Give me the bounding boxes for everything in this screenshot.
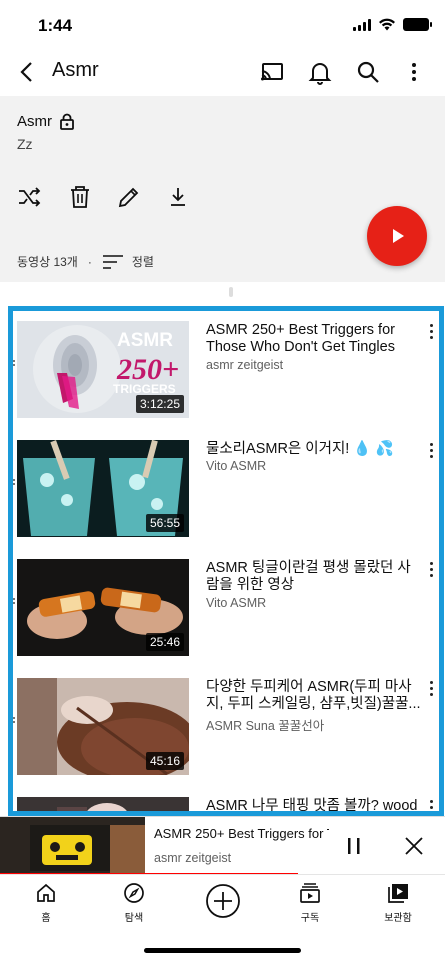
tab-home-label: 홈 bbox=[41, 913, 51, 924]
mini-player[interactable]: ASMR 250+ Best Triggers for T... asmr ze… bbox=[0, 816, 445, 876]
video-title[interactable]: ASMR 250+ Best Triggers for Those Who Do… bbox=[206, 322, 424, 356]
status-bar: 1:44 bbox=[0, 0, 445, 48]
more-options-icon[interactable] bbox=[425, 324, 437, 344]
sort-label[interactable]: 정렬 bbox=[132, 253, 154, 270]
channel-name: Vito ASMR bbox=[206, 459, 267, 473]
cast-icon[interactable] bbox=[258, 58, 286, 86]
pause-icon[interactable] bbox=[346, 836, 364, 856]
more-options-icon[interactable] bbox=[400, 58, 428, 86]
explore-icon bbox=[124, 883, 144, 903]
channel-name: Vito ASMR bbox=[206, 596, 267, 610]
svg-text:TRIGGERS: TRIGGERS bbox=[113, 382, 176, 396]
subscriptions-icon bbox=[300, 883, 320, 903]
download-icon[interactable] bbox=[165, 184, 191, 210]
page-title: Asmr bbox=[52, 59, 99, 81]
create-icon bbox=[206, 884, 240, 918]
mini-thumbnail-image bbox=[0, 817, 145, 875]
duration-badge: 25:46 bbox=[145, 633, 184, 651]
back-arrow-icon[interactable] bbox=[14, 58, 42, 86]
home-indicator bbox=[144, 948, 301, 953]
bottom-navigation: 홈 탐색 구독 보관함 bbox=[0, 874, 445, 932]
playlist-video-list: ASMR 250+ TRIGGERS 3:12:25 ASMR 250+ Bes… bbox=[8, 306, 444, 816]
svg-text:ASMR: ASMR bbox=[117, 330, 173, 351]
close-icon[interactable] bbox=[403, 835, 425, 857]
tab-create[interactable] bbox=[188, 883, 258, 919]
list-item[interactable]: ASMR 250+ TRIGGERS 3:12:25 ASMR 250+ Bes… bbox=[13, 314, 439, 424]
library-icon bbox=[388, 884, 408, 903]
edit-pencil-icon[interactable] bbox=[116, 184, 142, 210]
video-thumbnail[interactable]: 45:16 bbox=[17, 678, 189, 775]
mini-player-title[interactable]: ASMR 250+ Best Triggers for T... bbox=[154, 826, 329, 841]
more-options-icon[interactable] bbox=[425, 681, 437, 701]
shuffle-icon[interactable] bbox=[17, 184, 43, 210]
video-title[interactable]: ASMR 팅글이란걸 평생 몰랐던 사람을 위한 영상 bbox=[206, 560, 424, 594]
list-item[interactable]: 56:55 물소리ASMR은 이거지! 💧 💦 Vito ASMR bbox=[13, 433, 439, 543]
tab-subscriptions[interactable]: 구독 bbox=[275, 881, 345, 924]
sort-icon[interactable] bbox=[102, 254, 124, 270]
duration-badge: 3:12:25 bbox=[135, 395, 184, 413]
tab-explore[interactable]: 탐색 bbox=[99, 881, 169, 924]
drag-handle-icon[interactable] bbox=[13, 360, 15, 370]
playlist-title: Asmr bbox=[17, 113, 52, 130]
delete-icon[interactable] bbox=[67, 184, 93, 210]
video-thumbnail[interactable] bbox=[17, 797, 189, 811]
channel-name: asmr zeitgeist bbox=[206, 358, 284, 372]
tab-library-label: 보관함 bbox=[384, 913, 412, 924]
video-title[interactable]: ASMR 나무 태핑 맛좀 볼까? wood bbox=[206, 798, 424, 811]
tab-library[interactable]: 보관함 bbox=[363, 881, 433, 924]
notifications-bell-icon[interactable] bbox=[306, 58, 334, 86]
play-icon bbox=[393, 229, 404, 243]
app-bar: Asmr bbox=[0, 48, 445, 96]
drag-handle-icon[interactable] bbox=[13, 717, 15, 727]
signal-icon bbox=[353, 18, 371, 31]
mini-player-thumbnail[interactable] bbox=[0, 817, 145, 875]
video-title[interactable]: 물소리ASMR은 이거지! 💧 💦 bbox=[206, 441, 424, 458]
video-thumbnail[interactable]: ASMR 250+ TRIGGERS 3:12:25 bbox=[17, 321, 189, 418]
playlist-description: Zz bbox=[17, 136, 33, 152]
duration-badge: 45:16 bbox=[145, 752, 184, 770]
lock-icon bbox=[60, 113, 74, 130]
wifi-icon bbox=[379, 18, 395, 31]
video-thumbnail[interactable]: 25:46 bbox=[17, 559, 189, 656]
list-item[interactable]: 45:16 다양한 두피케어 ASMR(두피 마사지, 두피 스케일링, 샴푸,… bbox=[13, 671, 439, 781]
video-title[interactable]: 다양한 두피케어 ASMR(두피 마사지, 두피 스케일링, 샴푸,빗질)꿀꿀.… bbox=[206, 679, 424, 713]
list-item[interactable]: 25:46 ASMR 팅글이란걸 평생 몰랐던 사람을 위한 영상 Vito A… bbox=[13, 552, 439, 662]
drag-handle-icon[interactable] bbox=[13, 479, 15, 489]
status-time: 1:44 bbox=[38, 16, 73, 35]
drag-handle-icon[interactable] bbox=[13, 598, 15, 608]
play-all-button[interactable] bbox=[367, 206, 427, 266]
battery-icon bbox=[403, 18, 432, 31]
tab-home[interactable]: 홈 bbox=[11, 881, 81, 924]
home-icon bbox=[37, 883, 55, 902]
more-options-icon[interactable] bbox=[425, 800, 437, 811]
tab-explore-label: 탐색 bbox=[124, 913, 144, 924]
duration-badge: 56:55 bbox=[145, 514, 184, 532]
mini-player-channel: asmr zeitgeist bbox=[154, 851, 232, 865]
list-item[interactable]: ASMR 나무 태핑 맛좀 볼까? wood bbox=[13, 790, 439, 811]
video-thumbnail[interactable]: 56:55 bbox=[17, 440, 189, 537]
more-options-icon[interactable] bbox=[425, 562, 437, 582]
search-icon[interactable] bbox=[354, 58, 382, 86]
scroll-indicator bbox=[229, 287, 233, 297]
tab-subscriptions-label: 구독 bbox=[300, 913, 320, 924]
video-count: 동영상 13개 bbox=[17, 255, 78, 269]
more-options-icon[interactable] bbox=[425, 443, 437, 463]
channel-name: ASMR Suna 꿀꿀선아 bbox=[206, 719, 325, 733]
thumbnail-wood-image bbox=[17, 797, 189, 811]
